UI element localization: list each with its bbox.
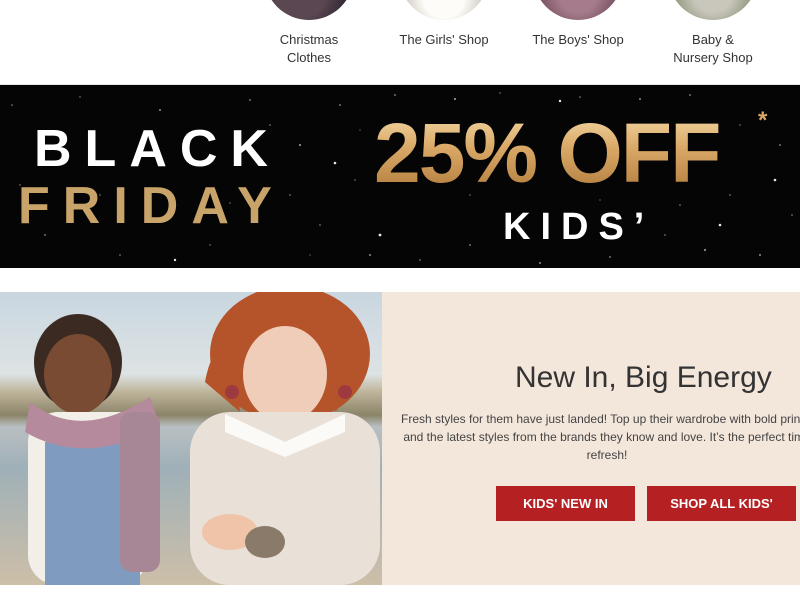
category-label[interactable]: Baby & Nursery Shop	[653, 31, 773, 67]
banner-asterisk: *	[758, 107, 768, 134]
category-label[interactable]: The Boys' Shop	[518, 31, 638, 49]
kids-new-in-button[interactable]: KIDS' NEW IN	[496, 486, 635, 521]
category-carousel: Christmas Clothes The Girls' Shop The Bo…	[0, 0, 800, 84]
category-image[interactable]	[264, 0, 354, 20]
category-label[interactable]: The Girls' Shop	[384, 31, 504, 49]
new-in-promo: New In, Big Energy Fresh styles for them…	[0, 292, 800, 585]
kids-photo[interactable]	[0, 292, 382, 585]
shop-all-kids-button[interactable]: SHOP ALL KIDS'	[647, 486, 796, 521]
promo-panel: New In, Big Energy Fresh styles for them…	[382, 292, 800, 585]
kids-photo-illustration	[25, 292, 380, 585]
banner-audience-text: KIDS’	[503, 206, 655, 248]
promo-headline: New In, Big Energy	[515, 361, 772, 394]
category-label[interactable]: Christmas Clothes	[249, 31, 369, 67]
banner-friday-text: FRIDAY	[18, 177, 285, 235]
banner-black-text: BLACK	[34, 120, 281, 178]
category-image[interactable]	[668, 0, 758, 20]
banner-offer-text: 25% OFF	[374, 106, 721, 200]
category-image[interactable]	[533, 0, 623, 20]
promo-description: Fresh styles for them have just landed! …	[401, 412, 800, 462]
category-image[interactable]	[399, 0, 489, 20]
black-friday-banner[interactable]: BLACK FRIDAY 25% OFF * KIDS’	[0, 85, 800, 268]
